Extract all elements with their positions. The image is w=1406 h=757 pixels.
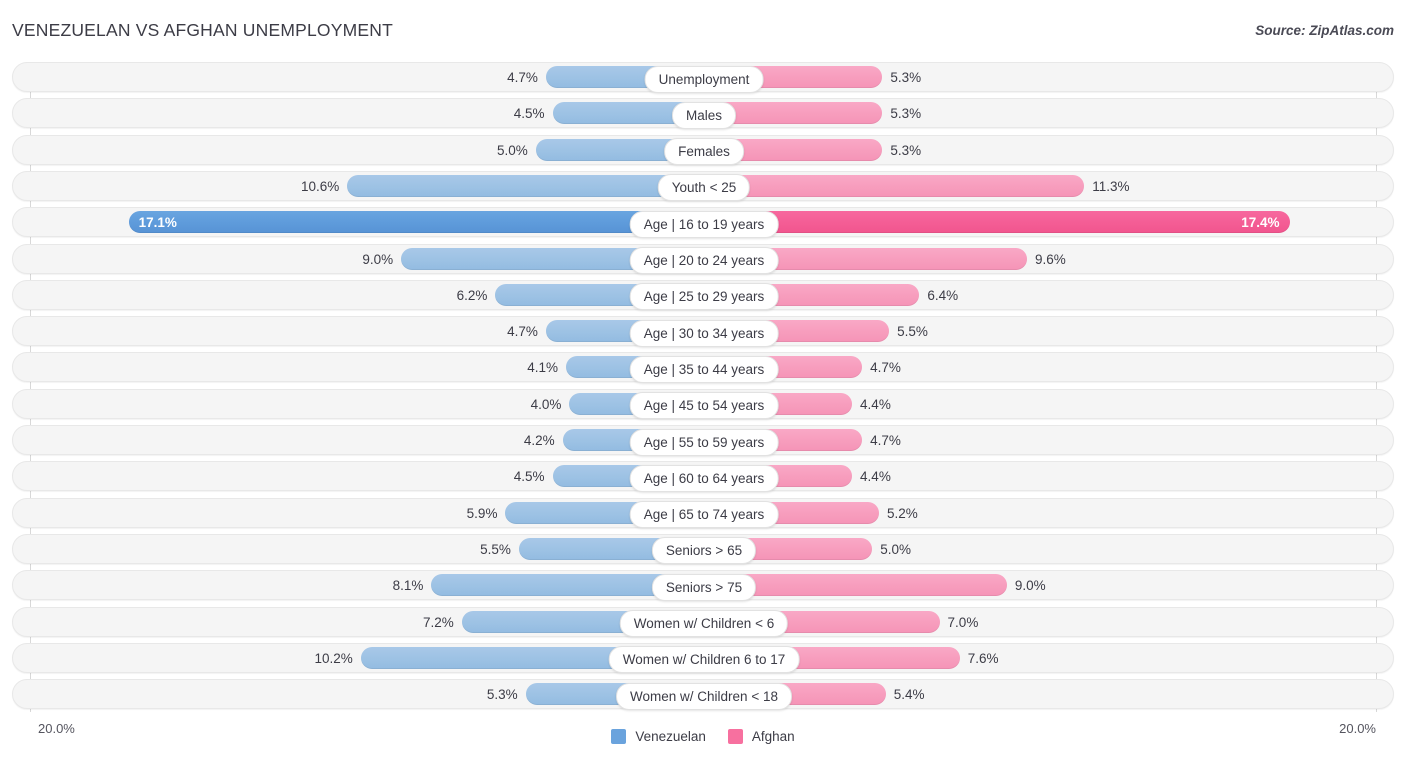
value-venezuelan: 4.2% — [523, 433, 555, 448]
page-title: VENEZUELAN VS AFGHAN UNEMPLOYMENT — [12, 20, 393, 40]
chart-row[interactable]: 5.9% 5.2% Age | 65 to 74 years — [12, 497, 1394, 529]
row-label: Age | 45 to 54 years — [629, 392, 779, 420]
chart-row[interactable]: 4.7% 5.5% Age | 30 to 34 years — [12, 316, 1394, 347]
source-attribution: Source: ZipAtlas.com — [1255, 23, 1394, 38]
legend-label-venezuelan: Venezuelan — [635, 728, 706, 744]
chart-row[interactable]: 8.1% 9.0% Seniors > 75 — [12, 570, 1394, 601]
value-afghan: 5.0% — [880, 541, 912, 557]
value-venezuelan: 4.5% — [513, 106, 545, 122]
value-venezuelan: 5.3% — [486, 687, 518, 703]
row-label: Age | 60 to 64 years — [629, 464, 779, 492]
value-afghan: 9.0% — [1014, 578, 1046, 594]
row-label: Unemployment — [644, 65, 764, 93]
row-label: Seniors > 65 — [651, 537, 757, 565]
row-label: Women w/ Children < 6 — [619, 610, 789, 637]
value-afghan: 17.4% — [1241, 215, 1280, 231]
value-venezuelan: 8.1% — [392, 578, 424, 594]
value-afghan: 5.3% — [890, 70, 922, 85]
value-afghan: 7.6% — [967, 650, 999, 666]
value-afghan: 4.7% — [870, 360, 901, 376]
value-venezuelan: 10.6% — [301, 178, 340, 194]
value-afghan: 5.2% — [886, 505, 918, 521]
value-afghan: 4.4% — [860, 396, 891, 412]
value-venezuelan: 6.2% — [456, 287, 488, 303]
value-venezuelan: 4.5% — [513, 469, 545, 485]
value-afghan: 5.4% — [893, 687, 925, 703]
row-label: Age | 25 to 29 years — [629, 283, 779, 311]
chart-row[interactable]: 4.2% 4.7% Age | 55 to 59 years — [12, 425, 1394, 456]
legend-label-afghan: Afghan — [751, 728, 795, 744]
bar-venezuelan — [128, 211, 704, 234]
chart-row[interactable]: 10.2% 7.6% Women w/ Children 6 to 17 — [12, 642, 1394, 674]
row-label: Age | 20 to 24 years — [629, 247, 779, 274]
value-afghan: 6.4% — [927, 287, 959, 303]
bar-afghan — [704, 174, 1085, 197]
bar-venezuelan — [347, 174, 704, 197]
row-label: Age | 65 to 74 years — [629, 501, 779, 529]
row-label: Males — [671, 101, 737, 129]
value-afghan: 7.0% — [947, 614, 979, 630]
chart-row[interactable]: 10.6% 11.3% Youth < 25 — [12, 170, 1394, 202]
row-label: Age | 55 to 59 years — [629, 428, 779, 456]
value-afghan: 11.3% — [1092, 178, 1130, 194]
row-label: Youth < 25 — [657, 174, 751, 202]
legend-swatch-venezuelan — [611, 728, 627, 744]
row-label: Females — [664, 138, 744, 166]
value-afghan: 9.6% — [1035, 251, 1066, 267]
value-afghan: 5.3% — [890, 142, 922, 158]
row-label: Seniors > 75 — [651, 573, 757, 601]
chart-row[interactable]: 17.1% 17.4% Age | 16 to 19 years — [12, 207, 1394, 238]
chart-row[interactable]: 5.5% 5.0% Seniors > 65 — [12, 533, 1394, 565]
value-venezuelan: 5.0% — [496, 142, 528, 158]
value-venezuelan: 5.9% — [466, 505, 498, 521]
chart-row[interactable]: 5.0% 5.3% Females — [12, 134, 1394, 166]
value-venezuelan: 17.1% — [138, 215, 177, 231]
value-venezuelan: 4.1% — [527, 360, 559, 376]
value-venezuelan: 4.7% — [507, 70, 538, 85]
chart-row[interactable]: 9.0% 9.6% Age | 20 to 24 years — [12, 243, 1394, 274]
value-venezuelan: 9.0% — [362, 251, 394, 267]
chart-row[interactable]: 4.5% 4.4% Age | 60 to 64 years — [12, 461, 1394, 492]
chart-footer: 20.0% 20.0% Venezuelan Afghan — [0, 715, 1406, 757]
value-venezuelan: 4.0% — [530, 396, 562, 412]
legend-item-afghan[interactable]: Afghan — [727, 728, 795, 744]
value-venezuelan: 10.2% — [314, 650, 353, 666]
value-venezuelan: 4.7% — [507, 324, 538, 340]
legend-item-venezuelan[interactable]: Venezuelan — [611, 728, 706, 744]
bar-afghan — [704, 211, 1290, 234]
value-venezuelan: 7.2% — [422, 614, 454, 630]
row-label: Women w/ Children < 18 — [616, 682, 792, 710]
value-afghan: 5.3% — [890, 106, 922, 122]
chart-row[interactable]: 5.3% 5.4% Women w/ Children < 18 — [12, 679, 1394, 710]
chart-row[interactable]: 4.5% 5.3% Males — [12, 98, 1394, 129]
row-label: Age | 30 to 34 years — [629, 319, 779, 347]
diverging-bar-chart: 4.7% 5.3% Unemployment 4.5% 5.3% Males 5.0% 5.3… — [0, 60, 1406, 715]
chart-legend: Venezuelan Afghan — [0, 715, 1406, 757]
row-label: Women w/ Children 6 to 17 — [608, 646, 800, 674]
chart-row[interactable]: 6.2% 6.4% Age | 25 to 29 years — [12, 279, 1394, 311]
row-label: Age | 35 to 44 years — [629, 355, 779, 383]
row-label: Age | 16 to 19 years — [629, 210, 779, 238]
chart-row[interactable]: 4.7% 5.3% Unemployment — [12, 62, 1394, 93]
chart-row[interactable]: 7.2% 7.0% Women w/ Children < 6 — [12, 606, 1394, 637]
chart-row[interactable]: 4.0% 4.4% Age | 45 to 54 years — [12, 388, 1394, 420]
value-venezuelan: 5.5% — [480, 541, 511, 557]
value-afghan: 4.7% — [870, 433, 901, 448]
value-afghan: 5.5% — [897, 324, 928, 340]
chart-row[interactable]: 4.1% 4.7% Age | 35 to 44 years — [12, 352, 1394, 383]
legend-swatch-afghan — [727, 728, 743, 744]
value-afghan: 4.4% — [860, 469, 891, 485]
